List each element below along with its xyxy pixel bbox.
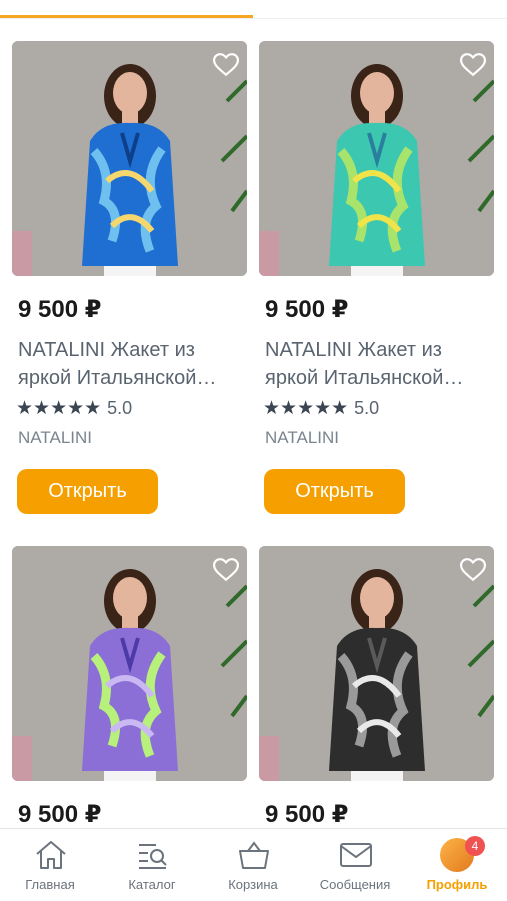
catalog-search-icon [139, 844, 167, 869]
favorite-heart-icon[interactable] [460, 558, 486, 582]
product-price: 9 500 ₽ [18, 801, 102, 828]
product-brand: NATALINI [18, 428, 92, 447]
favorite-heart-icon[interactable] [460, 53, 486, 77]
favorite-heart-icon[interactable] [213, 53, 239, 77]
nav-label: Каталог [128, 877, 176, 892]
product-title[interactable]: NATALINI Жакет из яркой Итальянской ткан… [265, 336, 480, 392]
nav-label: Корзина [228, 877, 278, 892]
rating-stars-icon: ★★★★★ [263, 398, 349, 419]
product-price: 9 500 ₽ [265, 296, 349, 323]
bottom-navigation: Главная Каталог Корзина Сообщения 4 Проф… [0, 828, 507, 901]
nav-label: Сообщения [319, 877, 391, 892]
nav-label: Главная [25, 877, 75, 892]
notification-badge: 4 [465, 836, 485, 856]
rating-stars-icon: ★★★★★ [16, 398, 102, 419]
product-photo [12, 41, 247, 276]
product-image[interactable] [12, 546, 247, 781]
product-image[interactable] [259, 546, 494, 781]
product-title[interactable]: NATALINI Жакет из яркой Итальянской ткан… [18, 336, 233, 392]
nav-item-catalog[interactable]: Каталог [102, 829, 202, 901]
nav-item-home[interactable]: Главная [0, 829, 100, 901]
rating-value: 5.0 [354, 398, 380, 418]
product-image[interactable] [12, 41, 247, 276]
nav-item-profile[interactable]: 4 Профиль [407, 829, 507, 901]
cart-basket-icon [239, 841, 269, 869]
product-price: 9 500 ₽ [18, 296, 102, 323]
open-button[interactable]: Открыть [264, 469, 405, 514]
favorite-heart-icon[interactable] [213, 558, 239, 582]
product-photo [259, 41, 494, 276]
nav-item-cart[interactable]: Корзина [203, 829, 303, 901]
product-rating: ★★★★★ 5.0 [263, 397, 379, 420]
open-button[interactable]: Открыть [17, 469, 158, 514]
product-rating: ★★★★★ 5.0 [16, 397, 132, 420]
mail-icon [340, 843, 372, 867]
product-price: 9 500 ₽ [265, 801, 349, 828]
product-photo [259, 546, 494, 781]
nav-label: Профиль [426, 877, 488, 892]
rating-value: 5.0 [107, 398, 133, 418]
active-tab-indicator [0, 15, 253, 18]
home-icon [36, 841, 66, 869]
product-photo [12, 546, 247, 781]
nav-item-messages[interactable]: Сообщения [305, 829, 405, 901]
product-brand: NATALINI [265, 428, 339, 447]
product-image[interactable] [259, 41, 494, 276]
